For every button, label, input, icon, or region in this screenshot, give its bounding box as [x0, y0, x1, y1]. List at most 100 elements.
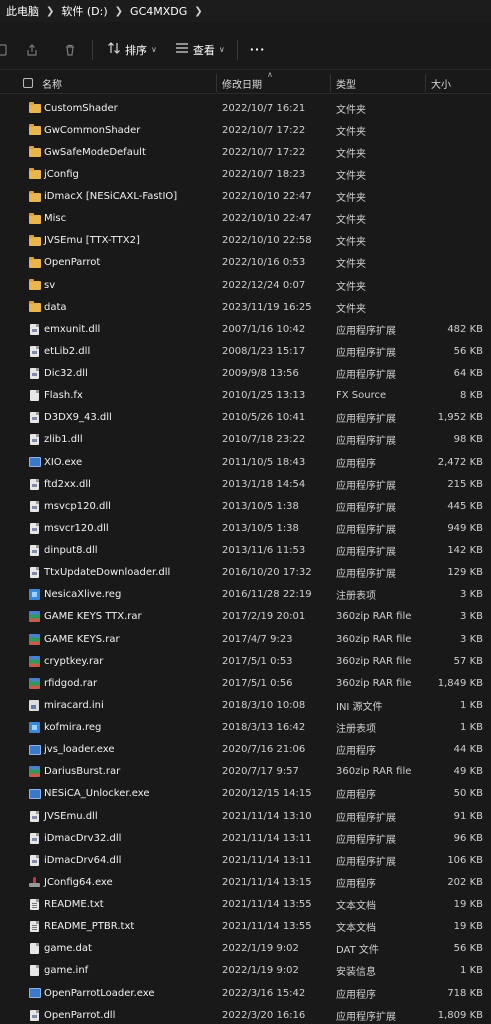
file-size: 8 KB	[460, 390, 483, 402]
file-row[interactable]: TtxUpdateDownloader.dll 2016/10/20 17:32 应…	[0, 562, 491, 584]
file-row[interactable]: zlib1.dll 2010/7/18 23:22 应用程序扩展 98 KB	[0, 429, 491, 451]
file-size: 57 KB	[453, 655, 483, 667]
file-row[interactable]: emxunit.dll 2007/1/16 10:42 应用程序扩展 482 KB	[0, 318, 491, 340]
file-date: 2021/11/14 13:55	[222, 899, 312, 910]
file-row[interactable]: XIO.exe 2011/10/5 18:43 应用程序 2,472 KB	[0, 451, 491, 473]
file-row[interactable]: OpenParrot 2022/10/16 0:53 文件夹	[0, 252, 491, 274]
rar-archive-icon	[29, 606, 41, 628]
file-size: 1,849 KB	[437, 677, 483, 689]
file-row[interactable]: rfidgod.rar 2017/5/1 0:56 360zip RAR file 1…	[0, 672, 491, 694]
file-size: 56 KB	[453, 345, 483, 357]
file-row[interactable]: Dic32.dll 2009/9/8 13:56 应用程序扩展 64 KB	[0, 363, 491, 385]
joystick-icon	[29, 871, 41, 893]
chevron-right-icon[interactable]: ❯	[46, 6, 54, 17]
file-row[interactable]: README_PTBR.txt 2021/11/14 13:55 文本文档 19 KB	[0, 916, 491, 938]
breadcrumb-this-pc[interactable]: 此电脑	[6, 3, 39, 19]
view-label: 查看	[192, 43, 215, 57]
file-type: 文本文档	[336, 901, 376, 912]
column-name[interactable]: 名称	[42, 72, 62, 94]
file-row[interactable]: JVSEmu.dll 2021/11/14 13:10 应用程序扩展 91 KB	[0, 805, 491, 827]
file-row[interactable]: game.inf 2022/1/19 9:02 安装信息 1 KB	[0, 960, 491, 982]
file-row[interactable]: GAME KEYS TTX.rar 2017/2/19 20:01 360zip R…	[0, 606, 491, 628]
file-type: 文件夹	[336, 148, 366, 160]
view-button[interactable]: 查看 ∨	[175, 42, 225, 58]
file-type: 应用程序扩展	[336, 370, 396, 381]
file-row[interactable]: kofmira.reg 2018/3/13 16:42 注册表项 1 KB	[0, 717, 491, 739]
file-row[interactable]: Misc 2022/10/10 22:47 文件夹	[0, 208, 491, 230]
file-size: 2,472 KB	[437, 456, 483, 468]
file-row[interactable]: jConfig 2022/10/7 18:23 文件夹	[0, 163, 491, 185]
file-row[interactable]: README.txt 2021/11/14 13:55 文本文档 19 KB	[0, 894, 491, 916]
file-row[interactable]: GAME KEYS.rar 2017/4/7 9:23 360zip RAR fil…	[0, 628, 491, 650]
file-row[interactable]: CustomShader 2022/10/7 16:21 文件夹	[0, 97, 491, 119]
file-row[interactable]: NesicaXlive.reg 2016/11/28 22:19 注册表项 3 KB	[0, 584, 491, 606]
file-row[interactable]: miracard.ini 2018/3/10 10:08 INI 源文件 1 KB	[0, 694, 491, 716]
file-row[interactable]: Flash.fx 2010/1/25 13:13 FX Source 8 KB	[0, 385, 491, 407]
chevron-right-icon[interactable]: ❯	[194, 6, 202, 17]
file-row[interactable]: NESiCA_Unlocker.exe 2020/12/15 14:15 应用程序 5…	[0, 783, 491, 805]
file-row[interactable]: GwSafeModeDefault 2022/10/7 17:22 文件夹	[0, 141, 491, 163]
delete-icon[interactable]	[62, 42, 78, 58]
breadcrumb-folder[interactable]: GC4MXDG	[130, 5, 187, 18]
file-type: 应用程序扩展	[336, 436, 396, 448]
dll-file-icon	[29, 429, 41, 451]
rar-archive-icon	[29, 672, 41, 694]
file-name: JVSEmu.dll	[44, 810, 98, 822]
file-row[interactable]: iDmacDrv64.dll 2021/11/14 13:11 应用程序扩展 106 …	[0, 849, 491, 871]
file-name: Misc	[44, 213, 67, 225]
more-options-button[interactable]: ···	[250, 43, 266, 56]
file-row[interactable]: data 2023/11/19 16:25 文件夹	[0, 296, 491, 318]
copy-icon[interactable]	[0, 42, 10, 58]
file-name: OpenParrot.dll	[44, 1009, 116, 1021]
file-row[interactable]: sv 2022/12/24 0:07 文件夹	[0, 274, 491, 296]
file-row[interactable]: iDmacDrv32.dll 2021/11/14 13:11 应用程序扩展 96 K…	[0, 827, 491, 849]
file-name: dinput8.dll	[44, 545, 98, 556]
column-divider[interactable]	[330, 74, 331, 92]
file-name: JConfig64.exe	[44, 876, 113, 888]
file-row[interactable]: msvcp120.dll 2013/10/5 1:38 应用程序扩展 445 KB	[0, 495, 491, 517]
file-date: 2008/1/23 15:17	[222, 345, 306, 357]
file-date: 2022/10/7 16:21	[222, 102, 306, 114]
chevron-right-icon[interactable]: ❯	[115, 6, 123, 17]
file-row[interactable]: JConfig64.exe 2021/11/14 13:15 应用程序 202 KB	[0, 871, 491, 893]
select-all-checkbox[interactable]	[23, 78, 33, 88]
dll-file-icon	[29, 495, 41, 517]
file-row[interactable]: etLib2.dll 2008/1/23 15:17 应用程序扩展 56 KB	[0, 340, 491, 362]
column-size[interactable]: 大小	[431, 72, 451, 94]
folder-icon	[29, 274, 41, 296]
file-row[interactable]: dinput8.dll 2013/11/6 11:53 应用程序扩展 142 KB	[0, 540, 491, 562]
column-divider[interactable]	[216, 74, 217, 92]
file-size: 56 KB	[453, 943, 483, 955]
file-name: jvs_loader.exe	[44, 744, 115, 756]
file-type: 应用程序扩展	[336, 480, 396, 492]
file-row[interactable]: msvcr120.dll 2013/10/5 1:38 应用程序扩展 949 KB	[0, 517, 491, 539]
file-type: 应用程序扩展	[336, 325, 396, 337]
file-type: 文件夹	[336, 170, 366, 182]
file-name: D3DX9_43.dll	[44, 412, 112, 424]
file-date: 2017/5/1 0:56	[222, 677, 293, 689]
file-row[interactable]: D3DX9_43.dll 2010/5/26 10:41 应用程序扩展 1,952 K…	[0, 407, 491, 429]
file-row[interactable]: GwCommonShader 2022/10/7 17:22 文件夹	[0, 119, 491, 141]
file-row[interactable]: iDmacX [NESiCAXL-FastIO] 2022/10/10 22:47…	[0, 186, 491, 208]
file-row[interactable]: DariusBurst.rar 2020/7/17 9:57 360zip RAR …	[0, 761, 491, 783]
file-row[interactable]: jvs_loader.exe 2020/7/16 21:06 应用程序 44 KB	[0, 739, 491, 761]
file-date: 2021/11/14 13:55	[222, 921, 312, 933]
file-size: 106 KB	[447, 854, 483, 866]
file-row[interactable]: OpenParrot.dll 2022/3/20 16:16 应用程序扩展 1,809…	[0, 1004, 491, 1024]
breadcrumb-drive[interactable]: 软件 (D:)	[61, 3, 107, 19]
file-type: 文件夹	[336, 237, 366, 249]
file-date: 2010/5/26 10:41	[222, 412, 306, 424]
column-date[interactable]: 修改日期	[222, 72, 262, 94]
file-row[interactable]: JVSEmu [TTX-TTX2] 2022/10/10 22:58 文件夹	[0, 230, 491, 252]
column-type[interactable]: 类型	[336, 72, 356, 94]
file-row[interactable]: cryptkey.rar 2017/5/1 0:53 360zip RAR file…	[0, 650, 491, 672]
file-row[interactable]: ftd2xx.dll 2013/1/18 14:54 应用程序扩展 215 KB	[0, 473, 491, 495]
column-divider[interactable]	[425, 74, 426, 92]
file-row[interactable]: OpenParrotLoader.exe 2022/3/16 15:42 应用程序 7…	[0, 982, 491, 1004]
file-date: 2018/3/13 16:42	[222, 722, 306, 733]
file-name: miracard.ini	[44, 699, 104, 711]
sort-button[interactable]: 排序 ∨	[107, 42, 157, 58]
file-type: 应用程序扩展	[336, 569, 396, 581]
share-icon[interactable]	[24, 42, 40, 58]
file-row[interactable]: game.dat 2022/1/19 9:02 DAT 文件 56 KB	[0, 938, 491, 960]
